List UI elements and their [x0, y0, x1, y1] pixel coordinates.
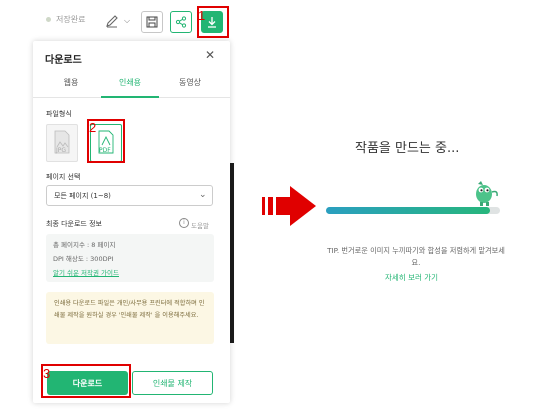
print-notice-text: 인쇄용 다운로드 파일은 개인/사무용 프린터에 적합하며 인쇄물 제작을 원하… [54, 300, 205, 319]
top-toolbar: 저장완료 ⌵ 1 [0, 0, 240, 44]
annotation-box-3 [41, 364, 131, 398]
download-info-box: 총 페이지수 : 8 페이지 DPI 해상도 : 300DPI 알기 쉬운 저작… [46, 234, 214, 282]
tab-web[interactable]: 웹용 [41, 77, 101, 88]
copyright-guide-link[interactable]: 알기 쉬운 저작권 가이드 [53, 267, 119, 277]
see-more-link[interactable]: 자세히 보러 가기 [385, 272, 438, 283]
chevron-down-icon: ⌄ [199, 190, 207, 200]
share-button[interactable] [170, 11, 192, 33]
tip-text: TIP. 번거로운 이미지 누끼따기와 합성을 저렴하게 맡겨보세요. [327, 246, 505, 267]
progress-bar [326, 207, 500, 214]
divider-bar [230, 163, 234, 343]
autosave-label: 저장완료 [56, 15, 86, 24]
right-arrow-icon [262, 184, 318, 232]
autosave-status-icon [46, 17, 51, 22]
jpg-file-icon [54, 130, 70, 154]
print-notice-box: 인쇄용 다운로드 파일은 개인/사무용 프린터에 적합하며 인쇄물 제작을 원하… [46, 292, 214, 344]
format-jpg-option[interactable]: JPG [46, 124, 78, 162]
chevron-down-icon[interactable]: ⌵ [124, 16, 130, 26]
pen-icon[interactable] [105, 13, 123, 29]
help-icon[interactable]: i [179, 218, 189, 228]
final-info-label: 최종 다운로드 정보 [46, 220, 102, 228]
tab-print[interactable]: 인쇄용 [100, 77, 160, 88]
save-icon [146, 16, 158, 28]
tab-video[interactable]: 동영상 [160, 77, 220, 88]
annotation-number-2: 2 [89, 120, 97, 135]
print-order-button[interactable]: 인쇄물 제작 [132, 371, 213, 395]
annotation-number-1: 1 [198, 8, 206, 23]
help-label[interactable]: 도움말 [191, 220, 209, 230]
progress-title: 작품을 만드는 중... [355, 141, 460, 156]
save-button[interactable] [141, 11, 163, 33]
panel-title: 다운로드 [45, 55, 82, 66]
file-format-label: 파일형식 [46, 110, 72, 118]
jpg-label: JPG [56, 147, 67, 154]
progress-bar-fill [326, 207, 490, 214]
download-panel: 다운로드 ✕ 웹용 인쇄용 동영상 파일형식 JPG PDF 2 페이지 선택 … [33, 41, 230, 403]
total-pages-text: 총 페이지수 : 8 페이지 [53, 241, 116, 249]
page-select-dropdown[interactable]: 모든 페이지 (1~8) ⌄ [46, 185, 213, 206]
annotation-number-3: 3 [43, 366, 51, 381]
close-icon[interactable]: ✕ [205, 48, 215, 62]
page-select-value: 모든 페이지 (1~8) [54, 192, 111, 200]
resolution-text: DPI 해상도 : 300DPI [53, 255, 114, 263]
share-icon [175, 16, 187, 28]
tab-active-indicator [101, 96, 159, 98]
page-select-label: 페이지 선택 [46, 173, 81, 181]
